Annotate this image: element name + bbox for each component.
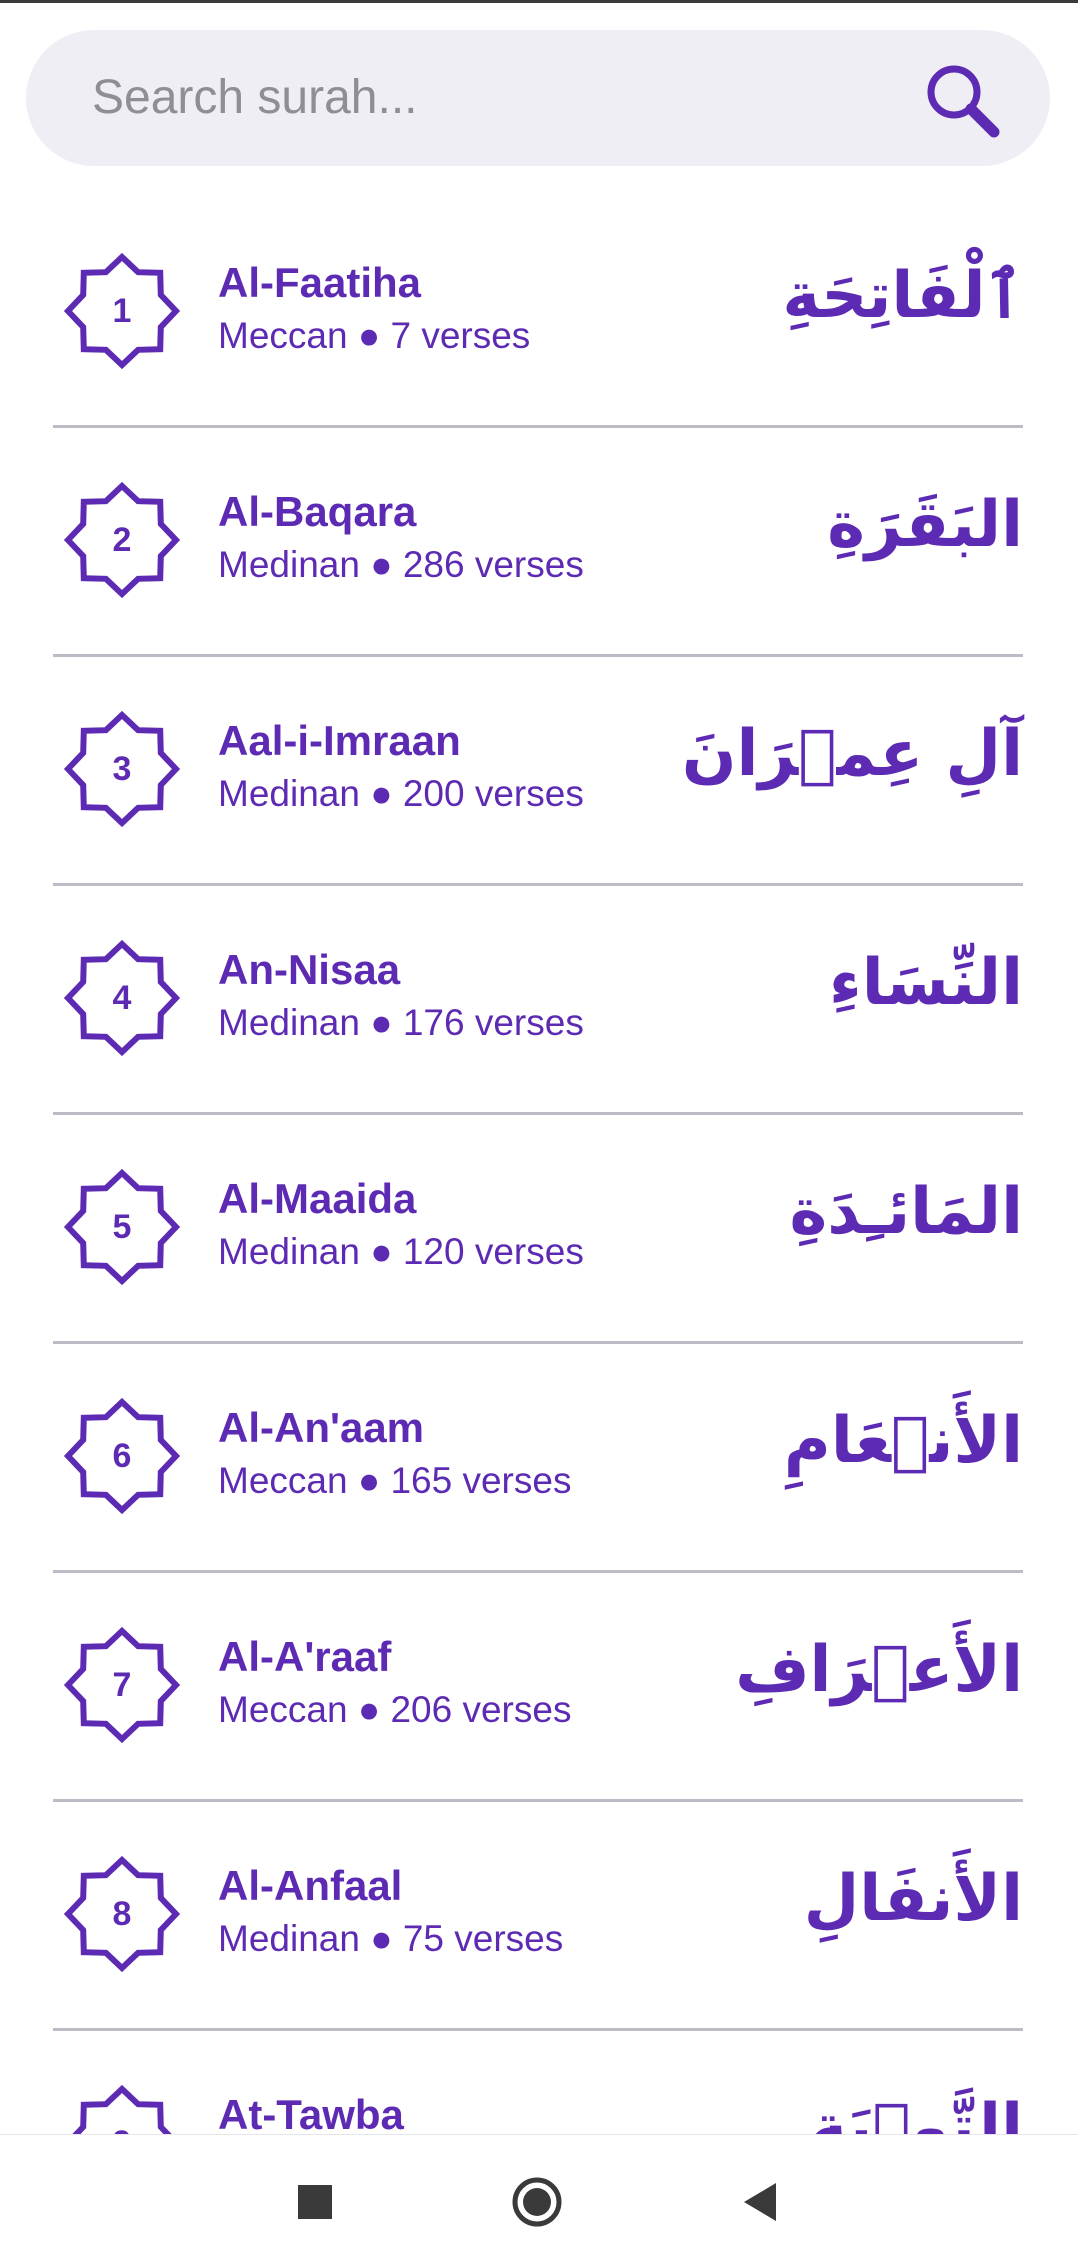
surah-arabic-name: الأَعۡرَافِ: [735, 1633, 1023, 1707]
surah-meta: Meccan ● 7 verses: [218, 315, 531, 356]
list-item[interactable]: 5 Al-Maaida Medinan ● 120 verses المَائـِدَ…: [0, 1115, 1078, 1344]
surah-number: 9: [64, 2085, 180, 2135]
surah-arabic-name: آلِ عِمۡرَانَ: [681, 717, 1023, 791]
surah-meta: Medinan ● 176 verses: [218, 1002, 584, 1043]
search-bar[interactable]: Search surah...: [26, 30, 1050, 166]
triangle-back-icon[interactable]: [736, 2177, 786, 2227]
surah-arabic-name: المَائـِدَةِ: [789, 1175, 1023, 1249]
surah-number: 8: [112, 1894, 132, 1933]
surah-number: 4: [112, 978, 132, 1017]
surah-meta: Meccan ● 165 verses: [218, 1460, 572, 1501]
search-input[interactable]: Search surah...: [92, 68, 418, 128]
status-bar-edge: [0, 0, 1078, 3]
list-item[interactable]: 4 An-Nisaa Medinan ● 176 verses النِّسَاءِ: [0, 886, 1078, 1115]
surah-number: 1: [112, 291, 132, 330]
list-item[interactable]: 7 Al-A'raaf Meccan ● 206 verses الأَعۡرَافِ: [0, 1573, 1078, 1802]
surah-name: An-Nisaa: [218, 946, 401, 993]
surah-arabic-name: ٱلْفَاتِحَةِ: [782, 259, 1023, 333]
surah-arabic-name: التَّوۡبَةِ: [809, 2091, 1023, 2134]
surah-meta: Medinan ● 200 verses: [218, 773, 584, 814]
surah-number: 7: [112, 1665, 132, 1704]
surah-name: Al-A'raaf: [218, 1633, 392, 1680]
surah-number: 6: [112, 1436, 132, 1475]
surah-meta: Medinan ● 120 verses: [218, 1231, 584, 1272]
list-item[interactable]: 6 Al-An'aam Meccan ● 165 verses الأَنۡعَامِ: [0, 1344, 1078, 1573]
square-icon[interactable]: [290, 2177, 340, 2227]
surah-name: Aal-i-Imraan: [218, 717, 461, 764]
surah-list[interactable]: 1 Al-Faatiha Meccan ● 7 verses ٱلْفَاتِحَةِ…: [0, 199, 1078, 2134]
surah-name: Al-Maaida: [218, 1175, 417, 1222]
surah-name: Al-Baqara: [218, 488, 417, 535]
surah-meta: Medinan ● 286 verses: [218, 544, 584, 585]
surah-meta: Medinan ● 75 verses: [218, 1918, 564, 1959]
list-item[interactable]: 9 At-Tawba التَّوۡبَةِ: [0, 2031, 1078, 2134]
navigation-bar: [0, 2134, 1078, 2267]
list-item[interactable]: 1 Al-Faatiha Meccan ● 7 verses ٱلْفَاتِحَةِ: [0, 199, 1078, 428]
surah-arabic-name: الأَنۡعَامِ: [783, 1404, 1023, 1478]
list-item[interactable]: 2 Al-Baqara Medinan ● 286 verses البَقَرَةِ: [0, 428, 1078, 657]
surah-arabic-name: الأَنفَالِ: [803, 1862, 1023, 1936]
surah-arabic-name: النِّسَاءِ: [829, 946, 1023, 1020]
surah-name: Al-Faatiha: [218, 259, 422, 306]
surah-meta: Meccan ● 206 verses: [218, 1689, 572, 1730]
surah-name: At-Tawba: [218, 2091, 404, 2134]
surah-name: Al-Anfaal: [218, 1862, 403, 1909]
surah-number: 3: [112, 749, 132, 788]
surah-name: Al-An'aam: [218, 1404, 425, 1451]
search-icon[interactable]: [924, 62, 1000, 138]
circle-icon[interactable]: [512, 2177, 562, 2227]
list-item[interactable]: 8 Al-Anfaal Medinan ● 75 verses الأَنفَالِ: [0, 1802, 1078, 2031]
surah-number: 5: [112, 1207, 132, 1246]
list-item[interactable]: 3 Aal-i-Imraan Medinan ● 200 verses آلِ عِم…: [0, 657, 1078, 886]
surah-number: 2: [112, 520, 132, 559]
surah-arabic-name: البَقَرَةِ: [827, 488, 1023, 562]
